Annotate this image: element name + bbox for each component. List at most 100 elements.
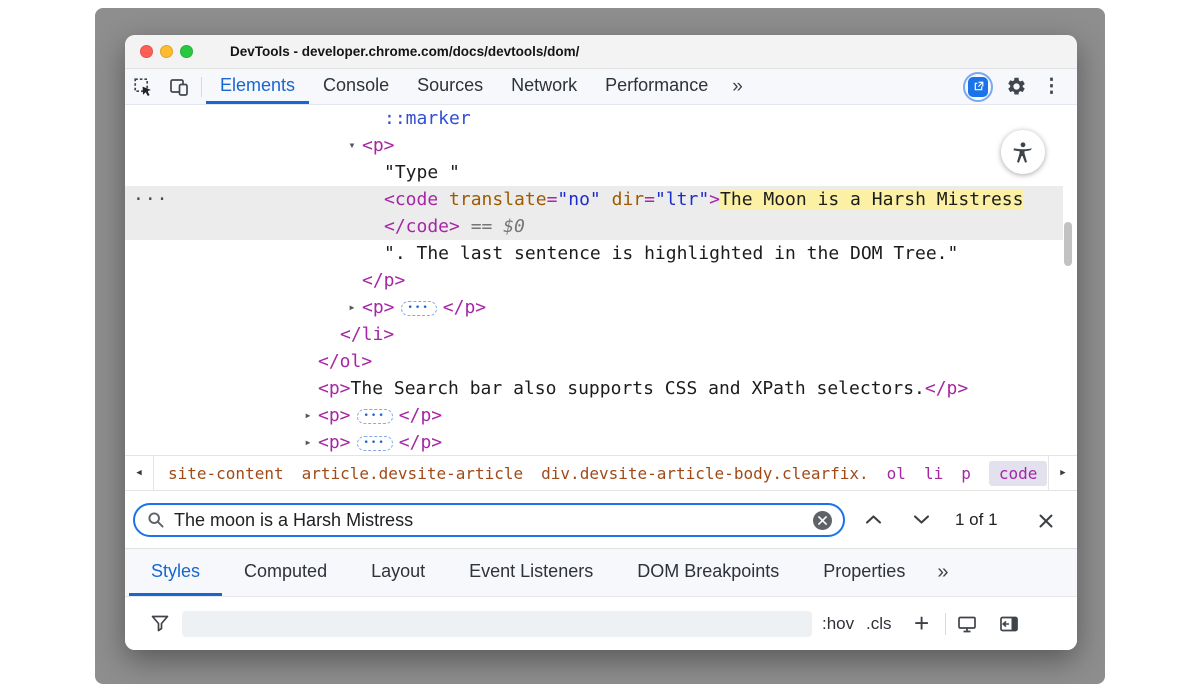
inline-expand-icon[interactable]: ••• xyxy=(357,409,393,424)
inspect-cursor-icon xyxy=(133,77,153,97)
window-titlebar: DevTools - developer.chrome.com/docs/dev… xyxy=(125,35,1077,69)
styles-toolbar-divider xyxy=(945,613,946,635)
inspect-element-button[interactable] xyxy=(125,69,161,104)
dom-tree-row[interactable]: ▸<p>•••</p> xyxy=(125,402,1063,429)
styles-toolbar: :hov .cls + xyxy=(125,596,1077,650)
expand-arrow-icon[interactable]: ▸ xyxy=(300,429,316,455)
sidebar-toggle-icon xyxy=(999,615,1019,633)
sidebar-tabs: StylesComputedLayoutEvent ListenersDOM B… xyxy=(125,549,1077,596)
code-segment: <p> xyxy=(362,135,395,156)
more-sidebar-tabs-button[interactable]: » xyxy=(927,549,958,596)
open-in-new-icon xyxy=(968,77,988,97)
sidebar-tab-dom-breakpoints[interactable]: DOM Breakpoints xyxy=(615,549,801,596)
dom-tree-row[interactable]: ::marker xyxy=(125,105,1063,132)
search-input[interactable] xyxy=(165,510,813,531)
breadcrumb-item-ol[interactable]: ol xyxy=(887,464,906,483)
breadcrumb-back-button[interactable]: ◀ xyxy=(125,456,154,490)
device-toolbar-button[interactable] xyxy=(161,69,197,104)
tab-elements[interactable]: Elements xyxy=(206,69,309,104)
breadcrumb-item-div-devsite-article-body-clearfix-[interactable]: div.devsite-article-body.clearfix. xyxy=(541,464,869,483)
tab-sources[interactable]: Sources xyxy=(403,69,497,104)
code-segment: </ol> xyxy=(318,351,372,372)
dom-tree-row[interactable]: </li> xyxy=(125,321,1063,348)
settings-button[interactable] xyxy=(1006,76,1027,97)
sidebar-tab-layout[interactable]: Layout xyxy=(349,549,447,596)
clear-search-icon[interactable] xyxy=(813,511,832,530)
open-in-new-button[interactable] xyxy=(963,72,993,102)
sidebar-tab-properties[interactable]: Properties xyxy=(801,549,927,596)
code-segment: > xyxy=(709,189,720,210)
more-panels-button[interactable]: » xyxy=(722,69,753,104)
new-style-rule-button[interactable]: + xyxy=(914,597,929,650)
inline-expand-icon[interactable]: ••• xyxy=(401,301,437,316)
rendering-monitor-button[interactable] xyxy=(957,597,977,650)
close-search-button[interactable] xyxy=(1033,508,1059,534)
monitor-icon xyxy=(957,615,977,633)
sidebar-tab-styles[interactable]: Styles xyxy=(129,549,222,596)
code-segment: </li> xyxy=(340,324,394,345)
breadcrumb-item-article-devsite-article[interactable]: article.devsite-article xyxy=(302,464,524,483)
gear-icon xyxy=(1006,76,1027,97)
breadcrumb-items: site-content article.devsite-article div.d… xyxy=(154,456,1048,490)
collapse-arrow-icon[interactable]: ▾ xyxy=(344,132,360,159)
tab-performance[interactable]: Performance xyxy=(591,69,722,104)
dom-tree-row[interactable]: <p>The Search bar also supports CSS and … xyxy=(125,375,1063,402)
row-overflow-icon[interactable]: ··· xyxy=(133,186,169,213)
minimize-window-button[interactable] xyxy=(160,45,173,58)
dom-tree-row[interactable]: ···<code translate="no" dir="ltr">The Mo… xyxy=(125,186,1063,213)
code-segment: </p> xyxy=(399,405,442,426)
toolbar-divider xyxy=(201,77,202,97)
search-icon xyxy=(147,511,165,529)
code-segment: ". The last sentence is highlighted in t… xyxy=(384,243,958,264)
search-input-wrap xyxy=(133,503,845,537)
breadcrumb-item-site-content[interactable]: site-content xyxy=(168,464,284,483)
breadcrumb-item-li[interactable]: li xyxy=(924,464,943,483)
tab-network[interactable]: Network xyxy=(497,69,591,104)
overflow-menu-button[interactable]: ⋮ xyxy=(1040,75,1063,98)
code-segment: The Moon is a Harsh Mistress xyxy=(720,189,1023,210)
inline-expand-icon[interactable]: ••• xyxy=(357,436,393,451)
expand-arrow-icon[interactable]: ▸ xyxy=(300,402,316,429)
code-segment: translate xyxy=(449,189,547,210)
panel-tabs: ElementsConsoleSourcesNetworkPerformance xyxy=(206,69,722,104)
toggle-element-state-button[interactable]: :hov xyxy=(822,597,854,650)
sidebar-tab-computed[interactable]: Computed xyxy=(222,549,349,596)
dom-tree-row[interactable]: </ol> xyxy=(125,348,1063,375)
vertical-scrollbar[interactable] xyxy=(1064,222,1072,266)
next-result-button[interactable] xyxy=(909,514,933,525)
code-segment: <p> xyxy=(318,432,351,453)
styles-filter-input[interactable] xyxy=(182,611,812,637)
devtools-window: DevTools - developer.chrome.com/docs/dev… xyxy=(125,35,1077,650)
dom-tree-row[interactable]: </p> xyxy=(125,267,1063,294)
element-classes-button[interactable]: .cls xyxy=(866,597,892,650)
sidebar-tab-event-listeners[interactable]: Event Listeners xyxy=(447,549,615,596)
code-segment: "Type " xyxy=(384,162,460,183)
close-window-button[interactable] xyxy=(140,45,153,58)
dom-tree-row[interactable]: "Type " xyxy=(125,159,1063,186)
dom-tree-row[interactable]: ". The last sentence is highlighted in t… xyxy=(125,240,1063,267)
accessibility-fab[interactable] xyxy=(1001,130,1045,174)
breadcrumb-forward-button[interactable]: ▶ xyxy=(1048,456,1077,490)
code-segment: </p> xyxy=(443,297,486,318)
breadcrumb: ◀ site-content article.devsite-article div… xyxy=(125,455,1077,491)
dom-tree-row[interactable]: ▾<p> xyxy=(125,132,1063,159)
code-segment: <p> xyxy=(362,297,395,318)
dom-tree-row[interactable]: ▸<p>•••</p> xyxy=(125,429,1063,455)
tab-console[interactable]: Console xyxy=(309,69,403,104)
dom-tree-row[interactable]: </code> == $0 xyxy=(125,213,1063,240)
breadcrumb-item-code[interactable]: code xyxy=(989,461,1048,486)
code-segment: </code> xyxy=(384,216,460,237)
search-bar: 1 of 1 xyxy=(125,491,1077,549)
code-segment: == $0 xyxy=(460,216,525,237)
code-segment: <code xyxy=(384,189,449,210)
breadcrumb-item-p[interactable]: p xyxy=(961,464,971,483)
toggle-sidebar-button[interactable] xyxy=(999,597,1019,650)
device-toolbar-icon xyxy=(169,77,189,97)
code-segment: The Search bar also supports CSS and XPa… xyxy=(351,378,925,399)
dom-tree-row[interactable]: ▸<p> ••• </p> xyxy=(125,294,1063,321)
zoom-window-button[interactable] xyxy=(180,45,193,58)
code-segment: <p> xyxy=(318,378,351,399)
previous-result-button[interactable] xyxy=(861,514,885,525)
expand-arrow-icon[interactable]: ▸ xyxy=(344,294,360,321)
code-segment: </p> xyxy=(925,378,968,399)
